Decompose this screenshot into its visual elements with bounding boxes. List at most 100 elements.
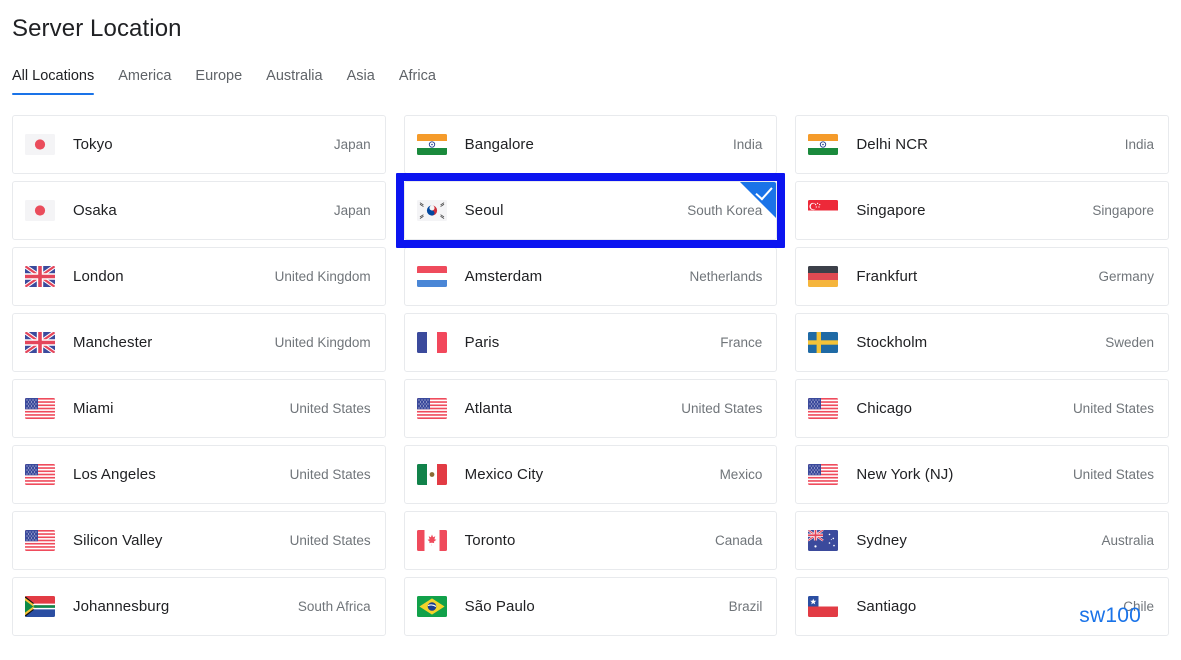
location-card[interactable]: Atlanta United States <box>403 379 778 438</box>
location-card[interactable]: Miami United States <box>12 379 386 438</box>
flag-us-icon <box>25 398 55 419</box>
flag-za-icon <box>25 596 55 617</box>
location-country-label: Singapore <box>1092 203 1154 218</box>
location-card[interactable]: Osaka Japan <box>12 181 386 240</box>
location-city-label: São Paulo <box>464 598 535 615</box>
location-city-label: Los Angeles <box>73 466 156 483</box>
location-country-label: Japan <box>333 203 371 218</box>
flag-mx-icon <box>416 464 447 485</box>
location-card[interactable]: Chicago United States <box>795 379 1169 438</box>
location-country-label: Germany <box>1098 269 1154 284</box>
flag-in-icon <box>808 134 839 155</box>
location-city-label: Chicago <box>856 400 913 417</box>
flag-us-icon <box>808 464 839 485</box>
location-card[interactable]: Sydney Australia <box>795 511 1169 570</box>
location-country-label: Netherlands <box>689 269 763 284</box>
location-card[interactable]: Bangalore India <box>403 115 778 174</box>
location-country-label: Mexico <box>719 467 763 482</box>
flag-jp-icon <box>25 200 55 221</box>
location-card[interactable]: Delhi NCR India <box>795 115 1169 174</box>
flag-ca-icon <box>416 530 447 551</box>
flag-kr-icon <box>416 200 447 221</box>
location-card[interactable]: Mexico City Mexico <box>403 445 778 504</box>
tab-australia[interactable]: Australia <box>266 67 322 95</box>
location-country-label: Sweden <box>1105 335 1154 350</box>
location-country-label: United States <box>289 467 371 482</box>
flag-br-icon <box>416 596 447 617</box>
location-city-label: Stockholm <box>856 334 928 351</box>
tab-america[interactable]: America <box>118 67 171 95</box>
location-city-label: Seoul <box>464 202 504 219</box>
location-city-label: Paris <box>464 334 500 351</box>
tab-all-locations[interactable]: All Locations <box>12 67 95 95</box>
flag-cl-icon <box>808 596 839 617</box>
location-city-label: Atlanta <box>464 400 513 417</box>
location-card[interactable]: Manchester United Kingdom <box>12 313 386 372</box>
location-country-label: United States <box>289 401 371 416</box>
flag-de-icon <box>808 266 839 287</box>
flag-jp-icon <box>25 134 55 155</box>
location-card[interactable]: Los Angeles United States <box>12 445 386 504</box>
location-city-label: Silicon Valley <box>73 532 163 549</box>
location-card[interactable]: Toronto Canada <box>403 511 778 570</box>
flag-us-icon <box>25 530 55 551</box>
flag-gb-icon <box>25 332 55 353</box>
location-country-label: India <box>1124 137 1154 152</box>
page-title: Server Location <box>12 15 182 42</box>
location-country-label: United States <box>289 533 371 548</box>
location-city-label: Manchester <box>73 334 153 351</box>
location-country-label: United Kingdom <box>274 269 371 284</box>
location-country-label: United States <box>681 401 763 416</box>
location-city-label: Tokyo <box>73 136 113 153</box>
flag-se-icon <box>808 332 839 353</box>
flag-us-icon <box>808 398 839 419</box>
tab-asia[interactable]: Asia <box>347 67 375 95</box>
location-country-label: India <box>733 137 763 152</box>
location-city-label: Bangalore <box>464 136 534 153</box>
flag-fr-icon <box>416 332 447 353</box>
flag-au-icon <box>808 530 839 551</box>
flag-sg-icon <box>808 200 839 221</box>
location-card[interactable]: Johannesburg South Africa <box>12 577 386 636</box>
location-country-label: South Africa <box>297 599 371 614</box>
location-city-label: London <box>73 268 124 285</box>
location-city-label: New York (NJ) <box>856 466 954 483</box>
location-country-label: Australia <box>1101 533 1154 548</box>
location-country-label: Brazil <box>728 599 763 614</box>
location-city-label: Delhi NCR <box>856 136 929 153</box>
location-card[interactable]: Frankfurt Germany <box>795 247 1169 306</box>
location-country-label: France <box>720 335 763 350</box>
location-country-label: United States <box>1072 401 1154 416</box>
location-card[interactable]: Paris France <box>403 313 778 372</box>
location-city-label: Frankfurt <box>856 268 918 285</box>
location-city-label: Johannesburg <box>73 598 170 615</box>
location-country-label: Chile <box>1123 599 1154 614</box>
location-city-label: Toronto <box>464 532 516 549</box>
server-location-page: Server Location All Locations America Euro… <box>0 0 1181 660</box>
tab-africa[interactable]: Africa <box>399 67 436 95</box>
location-card[interactable]: Silicon Valley United States <box>12 511 386 570</box>
location-card[interactable]: Seoul South Korea <box>403 181 778 240</box>
tab-europe[interactable]: Europe <box>195 67 242 95</box>
location-card[interactable]: London United Kingdom <box>12 247 386 306</box>
location-card[interactable]: New York (NJ) United States <box>795 445 1169 504</box>
flag-nl-icon <box>416 266 447 287</box>
location-country-label: Canada <box>715 533 763 548</box>
location-card[interactable]: Tokyo Japan <box>12 115 386 174</box>
flag-us-icon <box>25 464 55 485</box>
location-card[interactable]: Santiago Chile <box>795 577 1169 636</box>
flag-us-icon <box>416 398 447 419</box>
location-filter-tabs: All Locations America Europe Australia Asia A… <box>10 63 1171 95</box>
location-city-label: Amsterdam <box>464 268 543 285</box>
location-country-label: Japan <box>333 137 371 152</box>
location-city-label: Miami <box>73 400 114 417</box>
location-country-label: United Kingdom <box>274 335 371 350</box>
location-card[interactable]: São Paulo Brazil <box>403 577 778 636</box>
location-card[interactable]: Singapore Singapore <box>795 181 1169 240</box>
location-card[interactable]: Amsterdam Netherlands <box>403 247 778 306</box>
flag-gb-icon <box>25 266 55 287</box>
location-city-label: Sydney <box>856 532 907 549</box>
location-card[interactable]: Stockholm Sweden <box>795 313 1169 372</box>
location-country-label: United States <box>1072 467 1154 482</box>
server-location-grid: Tokyo Japan Bangalore India Delhi NCR India Os… <box>10 115 1171 636</box>
